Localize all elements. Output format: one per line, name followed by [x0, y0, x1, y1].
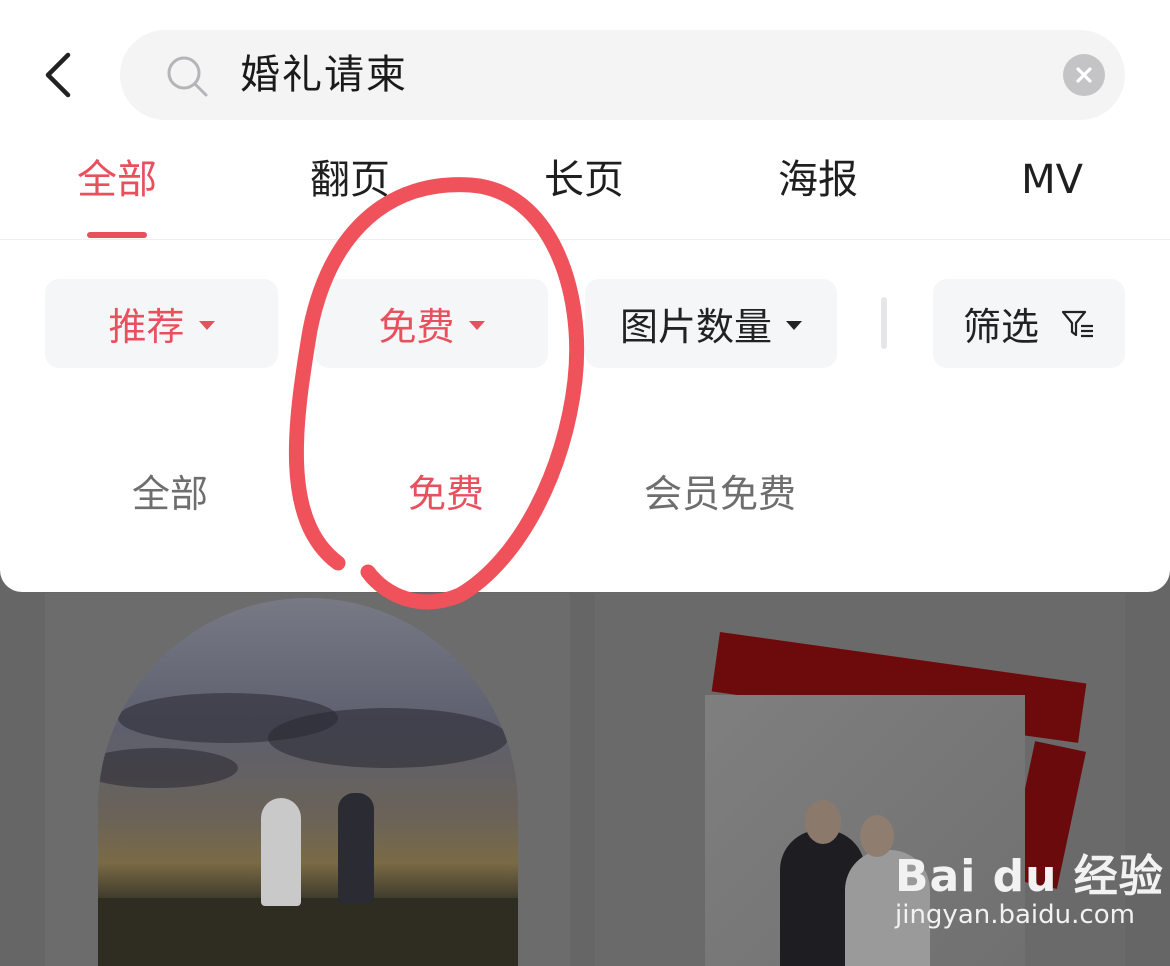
tab-long-page[interactable]: 长页 [544, 155, 624, 205]
active-tab-indicator [87, 232, 147, 238]
chevron-left-icon [45, 52, 71, 98]
price-option-free[interactable]: 免费 [408, 470, 484, 518]
price-option-member-free[interactable]: 会员免费 [644, 470, 796, 518]
divider [0, 239, 1170, 240]
tab-all[interactable]: 全部 [77, 155, 157, 205]
filter-separator [881, 297, 887, 349]
image-count-dropdown-label: 图片数量 [619, 305, 772, 349]
groom-head [805, 800, 841, 844]
search-bar[interactable]: 婚礼请柬 [120, 30, 1125, 120]
bride-head [860, 815, 894, 857]
price-option-all[interactable]: 全部 [132, 470, 208, 518]
caret-down-icon [198, 321, 215, 330]
image-count-dropdown[interactable]: 图片数量 [585, 279, 837, 368]
tab-flip[interactable]: 翻页 [310, 155, 390, 205]
price-dropdown-label: 免费 [378, 305, 455, 349]
watermark-logo: Bai du 经验 [895, 851, 1164, 902]
search-input[interactable]: 婚礼请柬 [240, 50, 408, 100]
watermark-url: jingyan.baidu.com [895, 900, 1135, 930]
category-tabs: 全部 翻页 长页 海报 MV [0, 150, 1170, 240]
back-button[interactable] [38, 50, 78, 100]
close-icon [1076, 67, 1092, 83]
tab-poster[interactable]: 海报 [778, 155, 858, 205]
caret-down-icon [468, 321, 485, 330]
search-icon [167, 56, 208, 97]
search-filter-panel: 婚礼请柬 全部 翻页 长页 海报 MV 推荐 免费 图片数量 筛选 全部 免费 … [0, 0, 1170, 592]
filter-button[interactable]: 筛选 [933, 279, 1125, 368]
caret-down-icon [786, 321, 802, 330]
baidu-jingyan-watermark: Bai du 经验 jingyan.baidu.com [895, 840, 1164, 930]
filter-icon [1061, 310, 1093, 337]
sort-dropdown-label: 推荐 [108, 305, 185, 349]
clear-search-button[interactable] [1063, 54, 1105, 96]
price-dropdown[interactable]: 免费 [315, 279, 548, 368]
filter-button-label: 筛选 [962, 305, 1039, 349]
sort-dropdown[interactable]: 推荐 [45, 279, 278, 368]
tab-mv[interactable]: MV [1021, 155, 1083, 205]
